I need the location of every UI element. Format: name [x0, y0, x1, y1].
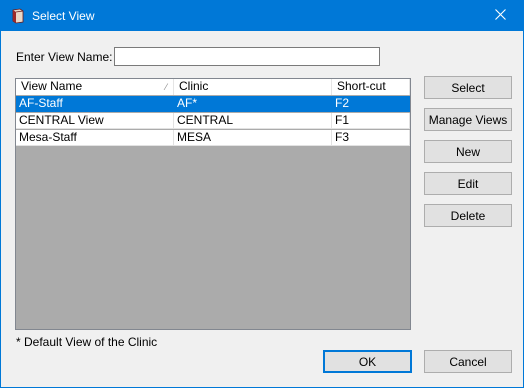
row-shortcut: F2 [332, 96, 410, 112]
manage-views-button[interactable]: Manage Views [424, 108, 512, 131]
column-header-label: Short-cut [337, 79, 386, 93]
select-view-dialog: Select View Enter View Name: View Name ⁄… [0, 0, 524, 388]
sort-indicator-icon: ⁄ [165, 82, 167, 92]
row-view-name: CENTRAL View [16, 113, 174, 129]
column-header-label: Clinic [179, 79, 209, 93]
app-book-icon [10, 8, 26, 24]
row-clinic: CENTRAL [174, 113, 332, 129]
row-clinic: AF* [174, 96, 332, 112]
edit-button[interactable]: Edit [424, 172, 512, 195]
new-button[interactable]: New [424, 140, 512, 163]
view-name-label: Enter View Name: [16, 50, 113, 64]
column-header-view-name[interactable]: View Name ⁄ [16, 79, 174, 95]
close-icon [494, 9, 506, 23]
delete-button[interactable]: Delete [424, 204, 512, 227]
list-row[interactable]: AF-Staff AF* F2 [16, 96, 410, 112]
row-clinic: MESA [174, 130, 332, 146]
row-view-name: AF-Staff [16, 96, 174, 112]
title-bar[interactable]: Select View [1, 1, 523, 31]
list-row[interactable]: CENTRAL View CENTRAL F1 [16, 113, 410, 129]
cancel-button[interactable]: Cancel [424, 350, 512, 373]
row-view-name: Mesa-Staff [16, 130, 174, 146]
close-button[interactable] [477, 1, 523, 31]
view-name-input[interactable] [114, 47, 380, 66]
ok-button[interactable]: OK [323, 350, 412, 373]
column-header-clinic[interactable]: Clinic [174, 79, 332, 95]
column-header-label: View Name [21, 79, 83, 93]
list-row[interactable]: Mesa-Staff MESA F3 [16, 130, 410, 146]
views-list[interactable]: View Name ⁄ Clinic Short-cut AF-Staff AF… [15, 78, 411, 330]
column-header-shortcut[interactable]: Short-cut [332, 79, 410, 95]
select-button[interactable]: Select [424, 76, 512, 99]
default-view-note: * Default View of the Clinic [16, 335, 158, 349]
row-shortcut: F1 [332, 113, 410, 129]
row-shortcut: F3 [332, 130, 410, 146]
list-header: View Name ⁄ Clinic Short-cut [16, 79, 410, 95]
window-title: Select View [32, 9, 95, 23]
